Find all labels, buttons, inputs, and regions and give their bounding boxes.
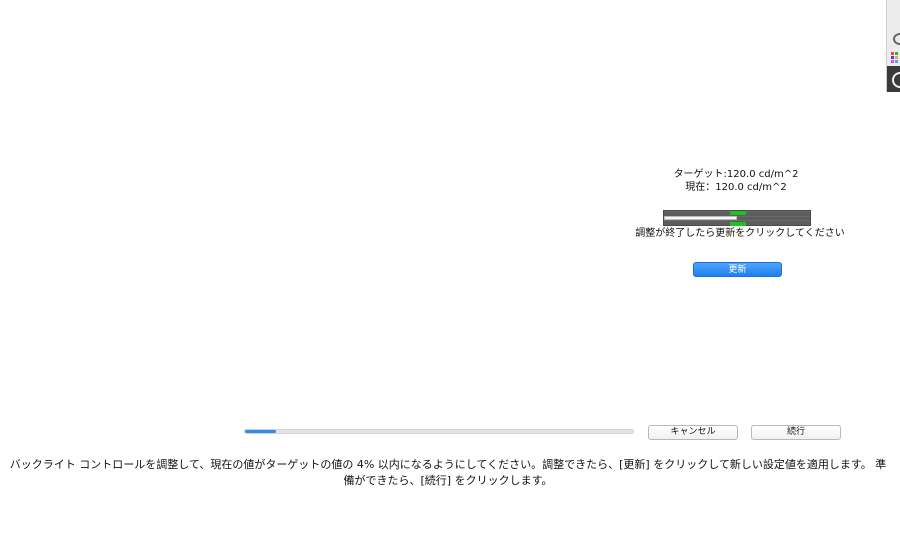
- info-icon[interactable]: [887, 66, 900, 92]
- help-message-line-1: バックライト コントロールを調整して、現在の値がターゲットの値の 4% 以内にな…: [9, 458, 887, 471]
- step-progress-fill: [245, 430, 277, 433]
- cancel-button[interactable]: キャンセル: [648, 425, 738, 440]
- target-value: ターゲット:120.0 cd/m^2: [673, 169, 799, 180]
- help-message: バックライト コントロールを調整して、現在の値がターゲットの値の 4% 以内にな…: [0, 457, 900, 489]
- continue-button[interactable]: 続行: [751, 425, 841, 440]
- brightness-meter: [663, 210, 811, 226]
- meter-target-marker-top: [730, 211, 746, 215]
- step-progress-bar: [244, 429, 634, 434]
- side-panel-edge: [886, 0, 900, 92]
- eye-icon[interactable]: [889, 28, 900, 46]
- meter-target-marker-bottom: [730, 222, 746, 226]
- instruction-text: 調整が終了したら更新をクリックしてください: [635, 228, 845, 239]
- current-value: 現在：120.0 cd/m^2: [685, 182, 787, 193]
- update-button[interactable]: 更新: [693, 262, 782, 277]
- help-message-line-2: 備ができたら、[続行] をクリックします。: [343, 474, 553, 487]
- meter-current-fill: [664, 216, 737, 220]
